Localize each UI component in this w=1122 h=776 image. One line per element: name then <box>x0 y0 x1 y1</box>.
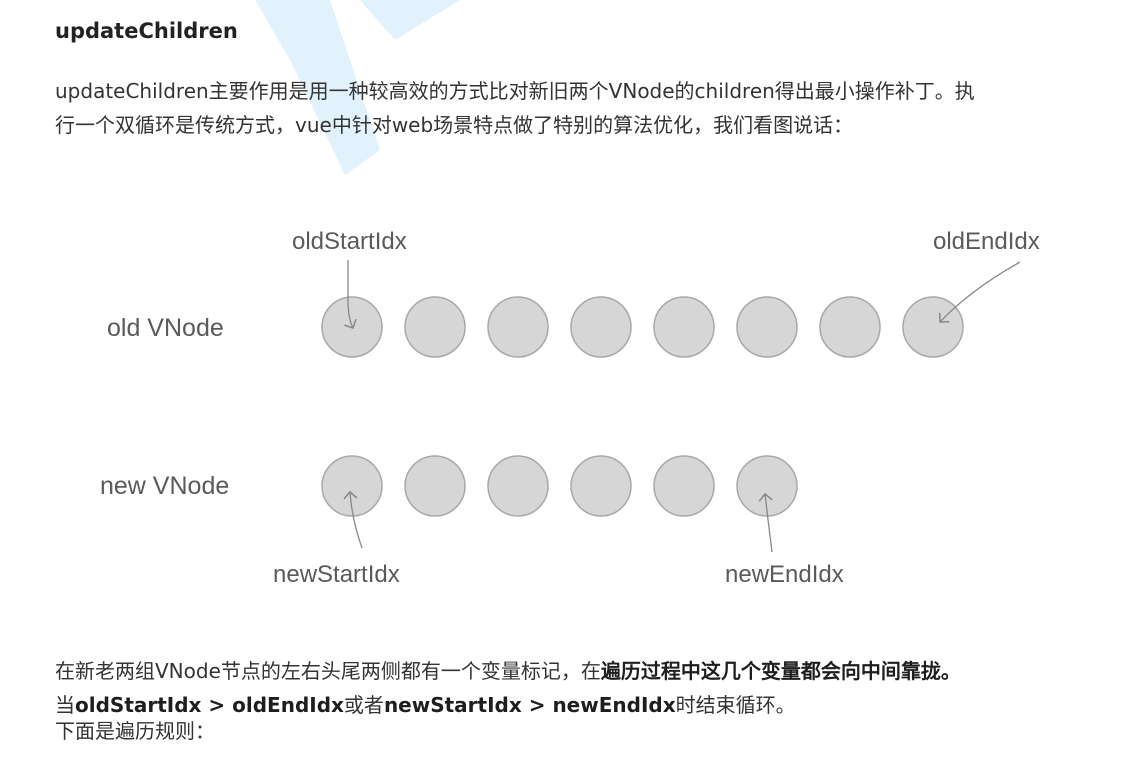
old-end-idx-label: oldEndIdx <box>933 228 1040 255</box>
new-vnode-node-2 <box>404 455 466 517</box>
old-vnode-node-7 <box>819 296 881 358</box>
old-vnode-row <box>321 296 964 358</box>
new-end-idx-label: newEndIdx <box>725 561 844 588</box>
old-vnode-node-3 <box>487 296 549 358</box>
new-vnode-node-5 <box>653 455 715 517</box>
new-vnode-row <box>321 455 798 517</box>
old-vnode-label: old VNode <box>107 314 224 342</box>
new-start-idx-label: newStartIdx <box>273 561 400 588</box>
old-vnode-node-6 <box>736 296 798 358</box>
rules-heading: 下面是遍历规则： <box>55 719 215 743</box>
explanation-line-1: 在新老两组VNode节点的左右头尾两侧都有一个变量标记，在遍历过程中这几个变量都… <box>55 659 961 683</box>
old-vnode-node-8 <box>902 296 964 358</box>
new-vnode-node-4 <box>570 455 632 517</box>
explanation-bold-1: 遍历过程中这几个变量都会向中间靠拢。 <box>600 659 961 683</box>
new-vnode-label: new VNode <box>100 472 229 500</box>
new-vnode-node-3 <box>487 455 549 517</box>
explanation-paragraph: 在新老两组VNode节点的左右头尾两侧都有一个变量标记，在遍历过程中这几个变量都… <box>55 654 1105 722</box>
old-vnode-node-5 <box>653 296 715 358</box>
old-vnode-node-2 <box>404 296 466 358</box>
old-vnode-node-4 <box>570 296 632 358</box>
old-start-idx-label: oldStartIdx <box>292 228 407 255</box>
